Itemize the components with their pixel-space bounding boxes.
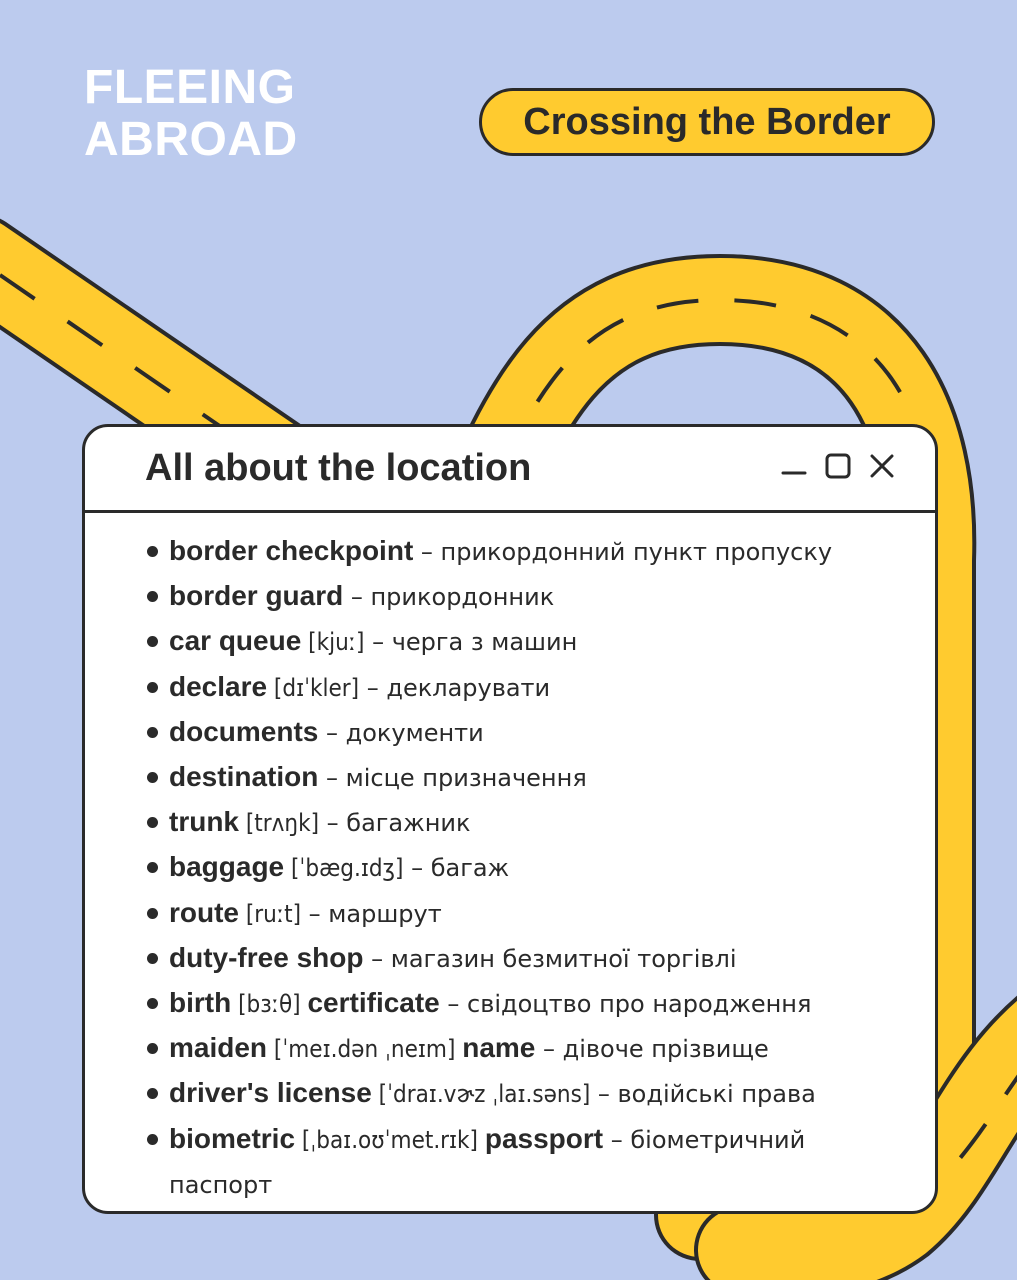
vocabulary-window: All about the location border checkpoint…: [82, 424, 938, 1214]
vocab-pronunciation: [dɪˈkler]: [267, 673, 360, 702]
vocab-term: birth: [169, 987, 232, 1019]
vocab-item: maiden [ˈmeɪ.dən ˌneɪm] name – дівоче пр…: [145, 1026, 905, 1071]
close-icon[interactable]: [867, 451, 897, 481]
vocab-item: border checkpoint – прикордонний пункт п…: [145, 529, 905, 574]
vocab-pronunciation: [ˌbaɪ.oʊˈmet.rɪk]: [295, 1125, 485, 1154]
vocab-term: passport: [484, 1122, 604, 1154]
vocabulary-list: border checkpoint – прикордонний пункт п…: [145, 529, 905, 1207]
vocab-translation: – декларувати: [359, 673, 551, 702]
minimize-icon[interactable]: [779, 451, 809, 481]
vocab-translation: – багажник: [319, 809, 471, 838]
vocab-pronunciation: [trʌŋk]: [239, 809, 320, 838]
vocab-translation: – місце призначення: [318, 764, 587, 793]
vocab-translation: – прикордонний пункт пропуску: [413, 538, 833, 566]
vocab-pronunciation: [ˈbæg.ɪdʒ]: [284, 854, 404, 883]
vocab-pronunciation: [ˈmeɪ.dən ˌneɪm]: [267, 1035, 463, 1064]
topic-badge: Crossing the Border: [479, 88, 935, 156]
vocab-translation: – документи: [318, 718, 484, 747]
vocab-item: declare [dɪˈkler] – декларувати: [145, 665, 905, 710]
vocab-item: border guard – прикордонник: [145, 574, 905, 619]
vocab-term: route: [169, 896, 239, 928]
vocab-translation: – багаж: [403, 854, 510, 883]
vocab-item: trunk [trʌŋk] – багажник: [145, 800, 905, 845]
vocab-translation: – черга з машин: [364, 628, 578, 657]
vocab-translation: – магазин безмитної торгівлі: [363, 944, 737, 973]
window-controls: [779, 451, 897, 481]
vocab-item: driver's license [ˈdraɪ.vɚz ˌlaɪ.səns] –…: [145, 1071, 905, 1116]
vocab-translation: – дівоче прізвище: [535, 1035, 769, 1064]
vocab-term: driver's license: [169, 1077, 372, 1109]
brand-line-1: FLEEING: [84, 61, 296, 114]
brand-title: FLEEING ABROAD: [84, 62, 298, 166]
vocab-translation: – свідоцтво про народження: [439, 990, 812, 1019]
maximize-icon[interactable]: [823, 451, 853, 481]
vocab-item: documents – документи: [145, 710, 905, 755]
vocab-term: car queue: [169, 625, 302, 657]
vocab-item: biometric [ˌbaɪ.oʊˈmet.rɪk] passport – б…: [145, 1117, 905, 1207]
vocab-term: declare: [169, 670, 268, 702]
vocab-item: route [ruːt] – маршрут: [145, 891, 905, 936]
window-title: All about the location: [145, 447, 532, 489]
vocab-translation: – маршрут: [301, 899, 442, 928]
vocab-term: baggage: [169, 851, 285, 883]
vocab-item: destination – місце призначення: [145, 755, 905, 800]
vocab-term: biometric: [169, 1122, 296, 1154]
vocab-translation: – водійські права: [590, 1080, 816, 1109]
vocab-term: duty-free shop: [169, 941, 364, 973]
vocab-term: trunk: [169, 806, 239, 838]
vocab-pronunciation: [ˈdraɪ.vɚz ˌlaɪ.səns]: [371, 1080, 591, 1109]
vocab-term: maiden: [169, 1032, 268, 1064]
vocab-pronunciation: [ruːt]: [239, 899, 302, 928]
vocab-term: destination: [169, 761, 319, 793]
vocab-term: border guard: [169, 580, 344, 612]
brand-line-2: ABROAD: [84, 113, 298, 166]
vocab-item: birth [bɜːθ] certificate – свідоцтво про…: [145, 981, 905, 1026]
vocab-term: certificate: [307, 987, 440, 1019]
vocab-term: border checkpoint: [169, 535, 414, 566]
vocab-item: car queue [kjuː] – черга з машин: [145, 619, 905, 664]
vocab-term: name: [462, 1032, 536, 1064]
vocab-item: baggage [ˈbæg.ɪdʒ] – багаж: [145, 845, 905, 890]
window-titlebar: All about the location: [85, 427, 935, 513]
vocab-term: documents: [169, 715, 319, 747]
vocab-item: duty-free shop – магазин безмитної торгі…: [145, 936, 905, 981]
vocab-translation: – прикордонник: [343, 583, 555, 612]
vocab-pronunciation: [bɜːθ]: [231, 990, 308, 1019]
vocab-pronunciation: [kjuː]: [301, 628, 365, 657]
